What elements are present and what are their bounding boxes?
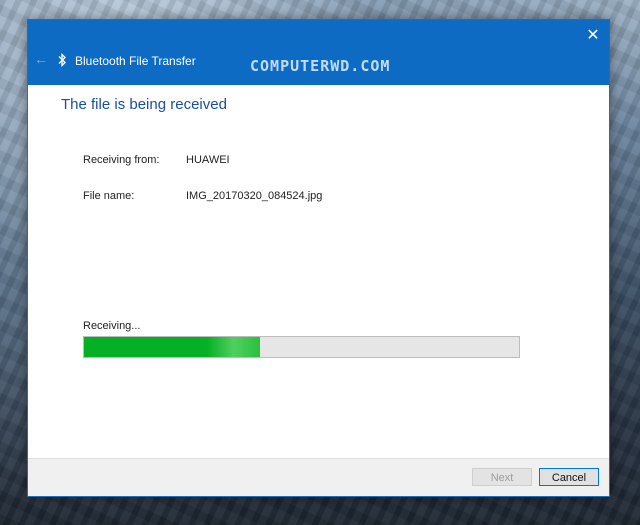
back-arrow-icon[interactable]: ←	[34, 52, 48, 66]
watermark-text: COMPUTERWD.COM	[250, 57, 391, 75]
receiving-from-value: HUAWEI	[186, 154, 230, 166]
progress-bar	[83, 336, 520, 358]
next-button[interactable]: Next	[472, 468, 532, 486]
page-heading: The file is being received	[61, 96, 227, 113]
receiving-from-label: Receiving from:	[83, 154, 160, 166]
close-button[interactable]: ✕	[581, 24, 605, 48]
window-title: Bluetooth File Transfer	[75, 54, 196, 68]
file-name-label: File name:	[83, 190, 135, 202]
cancel-button[interactable]: Cancel	[539, 468, 599, 486]
status-text: Receiving...	[83, 320, 141, 332]
file-name-value: IMG_20170320_084524.jpg	[186, 190, 323, 202]
title-bar: ← Bluetooth File Transfer COMPUTERWD.COM…	[28, 20, 609, 85]
bluetooth-icon	[58, 53, 66, 67]
button-footer: Next Cancel	[28, 458, 609, 496]
progress-fill	[84, 337, 261, 357]
bluetooth-transfer-window: ← Bluetooth File Transfer COMPUTERWD.COM…	[27, 19, 610, 497]
